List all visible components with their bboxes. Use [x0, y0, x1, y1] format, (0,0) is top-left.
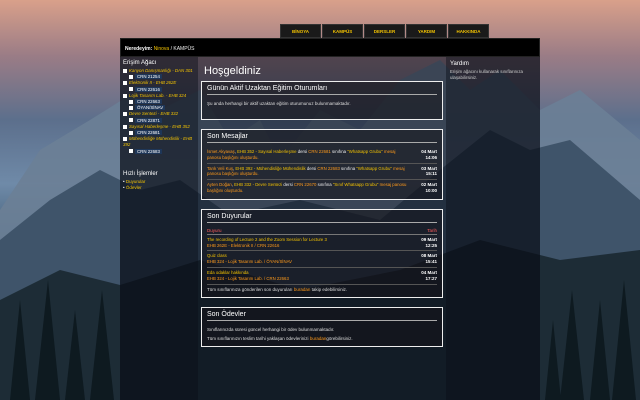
homework-more-link[interactable]: buradan [310, 336, 327, 341]
breadcrumb-bar: Neredeyim: Ninova / KAMPÜS [120, 38, 540, 57]
message-time: 15:11 [425, 171, 437, 177]
tab-dersler[interactable]: DERSLER [364, 24, 405, 38]
message-row[interactable]: İsmet Akyavaş, EHB 352 - Sayısal Haberle… [207, 147, 437, 164]
class-icon [129, 75, 133, 80]
homework-empty-text: Sınıflarınızda süresi güncel herhangi bi… [207, 326, 335, 332]
message-time: 10:00 [425, 187, 437, 193]
col-announcement: Duyuru [207, 227, 222, 233]
tree-course-item[interactable]: Mühendisliğe Mühendislik - EHB 392 [123, 136, 195, 148]
tab-hakkinda[interactable]: HAKKINDA [448, 24, 489, 38]
top-nav: BİNOYA KAMPÜS DERSLER YARDIM HAKKINDA [280, 24, 490, 38]
message-time: 14:06 [425, 154, 437, 160]
breadcrumb-home-link[interactable]: Ninova [154, 46, 170, 52]
class-icon [129, 149, 133, 154]
message-topic: "Whatsapp Grubu" [347, 149, 383, 154]
messages-panel: Son Mesajlar İsmet Akyavaş, EHB 352 - Sa… [201, 129, 443, 200]
tab-binoya[interactable]: BİNOYA [280, 24, 321, 38]
announcements-panel: Son Duyurular Duyuru Tarih The recording… [201, 208, 443, 298]
message-row[interactable]: Ayten Doğan, EHB 332 - Devre Sentezi der… [207, 180, 437, 196]
access-tree-title: Erişim Ağacı [123, 60, 157, 66]
message-author: İsmet Akyavaş [207, 149, 235, 154]
message-author: Ayten Doğan [207, 182, 232, 188]
class-icon [129, 87, 133, 92]
homework-title: Son Ödevler [207, 310, 246, 318]
sessions-title: Günün Aktif Uzaktan Eğitim Oturumları [207, 85, 328, 92]
class-icon [129, 130, 133, 135]
homework-footer: Tüm sınıflarınızın teslim tarihi yaklaşa… [207, 335, 353, 341]
announcements-header: Duyuru Tarih [207, 227, 437, 235]
sessions-empty-text: Şu anda herhangi bir aktif uzaktan eğiti… [207, 101, 351, 106]
quick-actions: Duyurular Ödevler [123, 179, 195, 192]
quick-actions-title: Hızlı İşlemler [123, 170, 158, 177]
message-topic: "Sınıf Whatsapp Grubu" [332, 182, 379, 188]
message-topic: "Whatsapp Grubu" [356, 165, 392, 171]
folder-icon [123, 68, 127, 73]
breadcrumb-label: Neredeyim: [125, 46, 153, 52]
help-title: Yardım [450, 61, 469, 67]
announcement-row[interactable]: Quiz class EHB 324 - Lojik Tasarım Lab. … [207, 251, 437, 268]
announcements-more-link[interactable]: buradan [294, 287, 311, 292]
right-sidebar: Yardım Erişim ağacını kullanarak sınıfla… [446, 57, 540, 400]
folder-icon [123, 112, 127, 117]
announcements-title: Son Duyurular [207, 212, 252, 220]
page-title: Hoşgeldiniz [204, 65, 261, 77]
breadcrumb: Neredeyim: Ninova / KAMPÜS [125, 46, 195, 52]
message-crn: CRN 22683 [317, 165, 340, 171]
messages-title: Son Mesajlar [207, 133, 248, 140]
folder-icon [123, 93, 127, 98]
announcement-row[interactable]: Eda odaklar hakkında EHB 324 - Lojik Tas… [207, 268, 437, 285]
announcements-footer: Tüm sınıflarınıza gönderilen son duyurul… [207, 286, 348, 292]
class-icon [129, 99, 133, 104]
tab-yardim[interactable]: YARDIM [406, 24, 447, 38]
homework-panel: Son Ödevler Sınıflarınızda süresi güncel… [201, 306, 443, 347]
announcement-course: EHB 324 - Lojik Tasarım Lab. / CRN 22663 [207, 275, 289, 281]
announcement-course: EHB 262E - Elektronik II / CRN 22616 [207, 242, 280, 248]
help-text: Erişim ağacını kullanarak sınıflarınıza … [450, 69, 523, 80]
folder-icon [123, 81, 127, 86]
breadcrumb-current: KAMPÜS [173, 46, 195, 52]
col-date: Tarih [427, 227, 437, 233]
message-crn: CRN 22670 [293, 182, 317, 188]
announcement-row[interactable]: The recording of Lecture 2 and the Zoom … [207, 235, 437, 252]
tree-crn-item[interactable]: CRN 22683 [123, 148, 195, 155]
message-row[interactable]: Tarık Veli Kuş, EHB 392 - Mühendisliğe M… [207, 164, 437, 181]
sessions-panel: Günün Aktif Uzaktan Eğitim Oturumları Şu… [201, 81, 443, 120]
message-author: Tarık Veli Kuş [207, 165, 234, 171]
message-crn: CRN 22681 [308, 149, 331, 154]
message-course: EHB 392 - Mühendisliğe Mühendislik [235, 165, 306, 171]
folder-icon [123, 124, 127, 129]
message-course: EHB 332 - Devre Sentezi [234, 182, 283, 188]
quick-link-homework[interactable]: Ödevler [123, 185, 195, 192]
main-content: Hoşgeldiniz Günün Aktif Uzaktan Eğitim O… [198, 57, 446, 400]
access-tree: Kanyon Danışmanlığı - DAN 301 CRN 21254 … [123, 68, 195, 155]
class-icon [129, 106, 133, 111]
class-icon [129, 118, 133, 123]
message-course: EHB 352 - Sayısal Haberleşme [237, 149, 297, 154]
left-sidebar: Erişim Ağacı Kanyon Danışmanlığı - DAN 3… [120, 57, 198, 400]
announcement-course: EHB 324 - Lojik Tasarım Lab. / ÖYAN/SİNA… [207, 259, 293, 265]
folder-icon [123, 137, 127, 142]
tab-kampus[interactable]: KAMPÜS [322, 24, 363, 38]
